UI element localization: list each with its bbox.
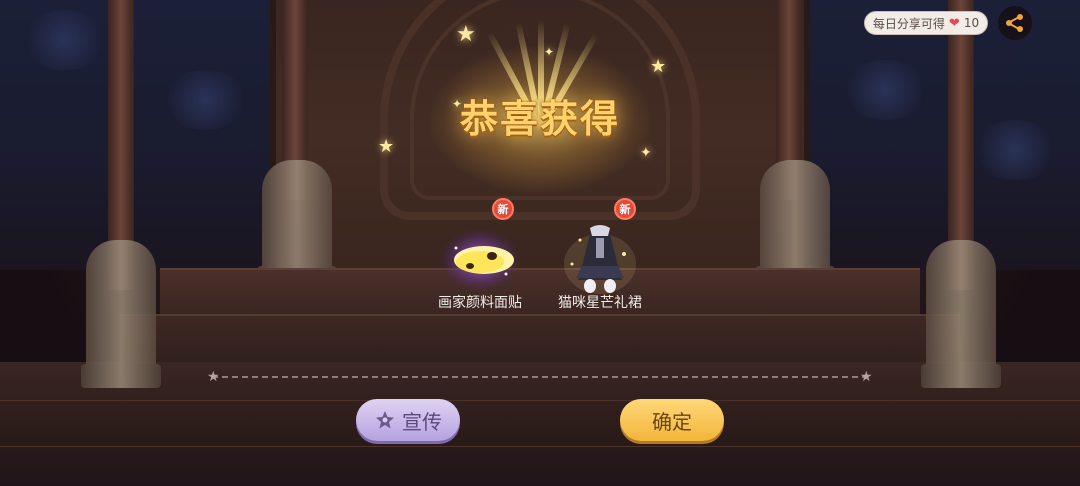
promote-button[interactable]: 宣传 <box>356 399 460 441</box>
share-reward-count: 10 <box>963 16 980 30</box>
vase-left-front <box>86 240 156 380</box>
star-badge-icon <box>376 411 394 429</box>
heart-icon: ❤ <box>948 15 960 31</box>
flower-decoration <box>160 70 250 130</box>
confirm-button-label: 确定 <box>652 409 692 434</box>
share-icon <box>1006 14 1023 32</box>
reward-item-name: 猫咪星芒礼裙 <box>558 295 642 311</box>
confirm-button[interactable]: 确定 <box>620 399 724 441</box>
paint-sticker-icon <box>440 228 520 292</box>
divider-line <box>212 376 868 378</box>
sparkle-star-icon: ★ <box>456 22 476 47</box>
sparkle-star-icon: ✦ <box>640 145 652 161</box>
sparkle-star-icon: ★ <box>378 136 395 157</box>
reward-scene: ★ ★ ★ ✦ ✦ ✦ 恭喜获得 每日分享可得 ❤ 10 新 画家颜料面贴 新 … <box>0 0 1080 486</box>
vase-base <box>81 364 161 388</box>
sparkle-star-icon: ★ <box>650 56 667 77</box>
flower-decoration <box>840 60 930 120</box>
promote-button-label: 宣传 <box>402 409 442 434</box>
floor-seam <box>0 446 1080 447</box>
new-badge: 新 <box>614 198 636 220</box>
vase-base <box>921 364 1001 388</box>
daily-share-hint[interactable]: 每日分享可得 ❤ 10 <box>864 11 988 35</box>
divider-star-icon: ★ <box>860 369 873 385</box>
flower-decoration <box>20 10 110 70</box>
reward-title: 恭喜获得 <box>459 97 620 141</box>
vase-left-inner <box>262 160 332 280</box>
sparkle-star-icon: ✦ <box>544 45 555 59</box>
new-badge: 新 <box>492 198 514 220</box>
divider-star-icon: ★ <box>207 369 220 385</box>
vase-right-inner <box>760 160 830 280</box>
vase-right-front <box>926 240 996 380</box>
stage-step-lower <box>120 314 960 364</box>
share-hint-label: 每日分享可得 <box>872 16 945 31</box>
cat-dress-icon <box>564 225 636 294</box>
flower-decoration <box>970 120 1060 180</box>
floor-seam <box>0 400 1080 401</box>
floor <box>0 362 1080 486</box>
share-button[interactable] <box>998 6 1032 40</box>
reward-item[interactable]: 新 猫咪星芒礼裙 <box>540 198 660 316</box>
